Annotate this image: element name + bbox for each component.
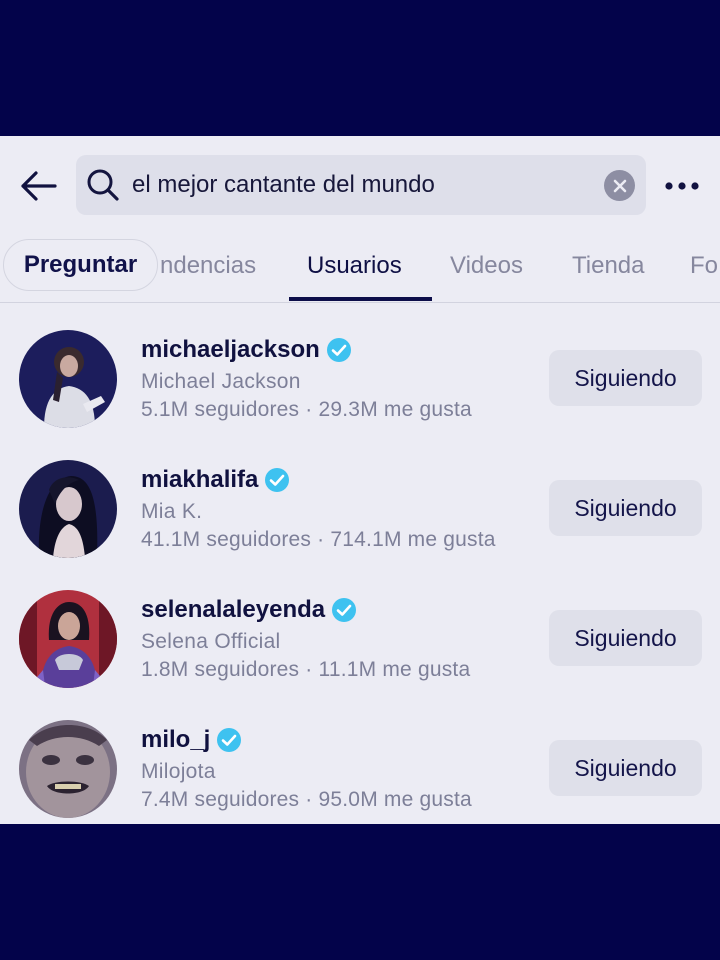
verified-icon (332, 598, 357, 622)
back-arrow-icon (21, 171, 57, 201)
tab-videos[interactable]: Videos (450, 236, 523, 298)
user-stats: 1.8M seguidores · 11.1M me gusta (141, 658, 471, 681)
username-text: selenalaleyenda (141, 596, 326, 623)
username[interactable]: miakhalifa (141, 466, 290, 494)
following-button[interactable]: Siguiendo (549, 350, 702, 406)
verified-icon (326, 338, 351, 362)
search-header (0, 136, 720, 236)
avatar[interactable] (19, 330, 117, 428)
username[interactable]: michaeljackson (141, 336, 352, 364)
more-icon (665, 182, 699, 190)
user-row[interactable]: miakhalifa Mia K. 41.1M seguidores · 714… (0, 460, 720, 590)
avatar[interactable] (19, 460, 117, 558)
tab-photos[interactable]: Fo (690, 236, 718, 298)
back-button[interactable] (16, 166, 60, 206)
display-name: Michael Jackson (141, 370, 301, 393)
tab-trending[interactable]: ndencias (160, 236, 256, 298)
username[interactable]: milo_j (141, 726, 242, 754)
display-name: Selena Official (141, 630, 281, 653)
username-text: miakhalifa (141, 466, 259, 493)
following-button[interactable]: Siguiendo (549, 740, 702, 796)
username-text: michaeljackson (141, 336, 320, 363)
active-tab-indicator (289, 297, 432, 301)
search-icon (87, 169, 119, 201)
clear-search-button[interactable] (604, 170, 635, 201)
user-stats: 5.1M seguidores · 29.3M me gusta (141, 398, 472, 421)
tab-users[interactable]: Usuarios (307, 236, 402, 298)
user-stats: 41.1M seguidores · 714.1M me gusta (141, 528, 496, 551)
user-row[interactable]: milo_j Milojota 7.4M seguidores · 95.0M … (0, 720, 720, 824)
verified-icon (217, 728, 242, 752)
search-input[interactable] (132, 155, 592, 215)
avatar[interactable] (19, 590, 117, 688)
search-tabs: ndencias Usuarios Videos Tienda Fo Pregu… (0, 236, 720, 303)
user-row[interactable]: michaeljackson Michael Jackson 5.1M segu… (0, 330, 720, 460)
following-button[interactable]: Siguiendo (549, 480, 702, 536)
user-stats: 7.4M seguidores · 95.0M me gusta (141, 788, 472, 811)
tab-ask[interactable]: Preguntar (3, 239, 158, 291)
username[interactable]: selenalaleyenda (141, 596, 357, 624)
more-options-button[interactable] (660, 166, 704, 206)
display-name: Mia K. (141, 500, 203, 523)
following-button[interactable]: Siguiendo (549, 610, 702, 666)
avatar[interactable] (19, 720, 117, 818)
search-bar[interactable] (76, 155, 646, 215)
display-name: Milojota (141, 760, 216, 783)
search-results-screen: ndencias Usuarios Videos Tienda Fo Pregu… (0, 136, 720, 824)
clear-icon (613, 179, 626, 192)
username-text: milo_j (141, 726, 211, 753)
user-row[interactable]: selenalaleyenda Selena Official 1.8M seg… (0, 590, 720, 720)
tab-shop[interactable]: Tienda (572, 236, 645, 298)
verified-icon (265, 468, 290, 492)
